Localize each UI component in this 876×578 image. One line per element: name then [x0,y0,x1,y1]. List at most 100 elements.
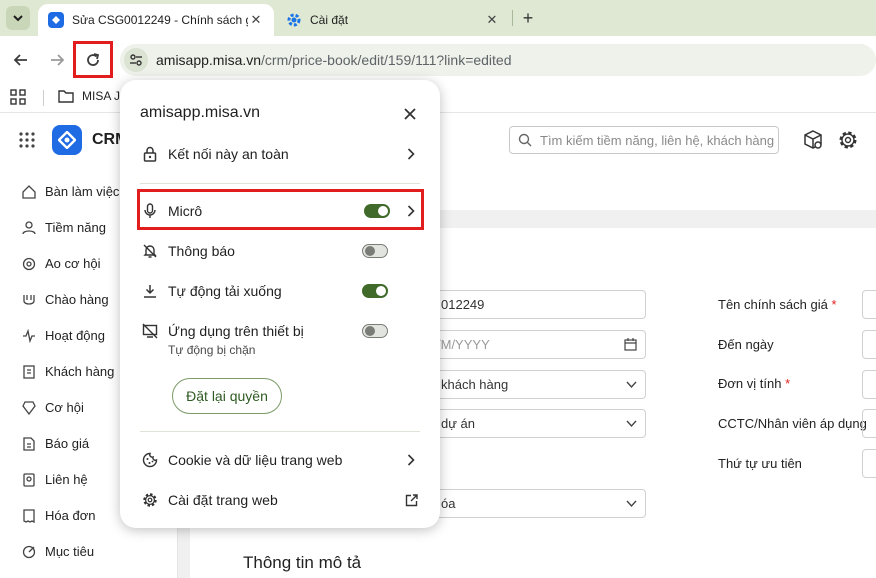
sidebar-item-contacts[interactable]: Liên hệ [22,472,88,487]
site-settings-label: Cài đặt trang web [168,492,278,508]
permission-label: Thông báo [168,243,235,259]
sidebar-item-label: Cơ hội [45,400,84,415]
app-launcher-icon[interactable] [18,131,36,149]
calendar-icon[interactable] [624,338,637,351]
browser-toolbar: amisapp.misa.vn/crm/price-book/edit/159/… [0,36,876,84]
sidebar-item-label: Khách hàng [45,364,115,379]
customer-select[interactable]: khách hàng [420,370,646,399]
sidebar-item-invoices[interactable]: Hóa đơn [22,508,95,523]
url-text: amisapp.misa.vn/crm/price-book/edit/159/… [156,52,512,68]
unit-field[interactable] [862,370,876,399]
tab-edit-price-book[interactable]: Sửa CSG0012249 - Chính sách giá ✕ [38,4,274,36]
download-icon [144,285,156,298]
permission-label: Ứng dụng trên thiết bị [168,323,304,339]
tab-divider [512,10,513,26]
label-text: Tên chính sách giá [718,297,828,312]
sidebar-item-customers[interactable]: Khách hàng [22,364,114,379]
quote-icon [23,436,35,451]
sidebar-item-label: Chào hàng [45,292,109,307]
tab-title: Cài đặt [310,13,349,27]
sidebar-item-opportunities[interactable]: Cơ hội [22,400,84,415]
connection-secure-row[interactable]: Kết nối này an toàn [140,144,420,164]
crm-logo-icon [52,125,82,155]
sidebar-item-pond[interactable]: Ao cơ hội [22,256,101,271]
device-apps-sublabel: Tự động bị chặn [168,343,256,357]
search-placeholder: Tìm kiếm tiềm năng, liên hệ, khách hàng [540,132,775,148]
cookies-row[interactable]: Cookie và dữ liệu trang web [140,450,420,470]
priority-field[interactable] [862,449,876,478]
tab-strip: Sửa CSG0012249 - Chính sách giá ✕ Cài đặ… [0,0,876,36]
misa-crm-icon [48,12,64,28]
sidebar-item-quotes[interactable]: Báo giá [22,436,89,451]
popup-divider [140,431,420,432]
chevron-down-icon [626,500,637,508]
sidebar-item-targets[interactable]: Mục tiêu [22,544,94,559]
status-select[interactable]: óa [420,489,646,518]
chevron-down-icon [626,420,637,428]
sidebar-item-label: Bàn làm việc [45,184,120,199]
org-unit-field[interactable] [862,409,876,438]
close-icon[interactable]: ✕ [484,12,500,28]
gear-icon[interactable] [837,129,859,151]
forward-button[interactable] [45,48,69,72]
back-button[interactable] [9,48,33,72]
customer-icon [23,364,35,379]
permission-label: Tự động tải xuống [168,283,282,299]
gear-icon [143,493,157,507]
from-date-field[interactable]: /M/YYYY [420,330,646,359]
lock-icon [143,146,157,162]
connection-label: Kết nối này an toàn [168,146,289,162]
popup-close-button[interactable] [400,104,420,124]
to-date-field[interactable] [862,330,876,359]
search-icon [518,133,532,147]
close-icon[interactable]: ✕ [248,12,264,28]
device-apps-toggle[interactable] [362,324,388,338]
microphone-highlight-box [137,189,424,230]
apps-grid-icon[interactable] [10,89,26,105]
tab-settings[interactable]: Cài đặt ✕ [276,4,510,36]
price-book-name-field[interactable] [862,290,876,319]
tab-title: Sửa CSG0012249 - Chính sách giá [72,13,248,27]
url-host: amisapp.misa.vn [156,52,262,68]
permission-device-apps-row[interactable]: Ứng dụng trên thiết bị [140,321,420,341]
downloads-toggle[interactable] [362,284,388,298]
home-icon [22,184,36,199]
sidebar-item-label: Tiềm năng [45,220,106,235]
site-settings-row[interactable]: Cài đặt trang web [140,490,420,510]
chevron-right-icon [407,454,415,466]
cube-search-icon[interactable] [802,129,824,151]
sidebar-item-home[interactable]: Bàn làm việc [22,184,119,199]
chevron-right-icon [407,148,415,160]
app-search-input[interactable]: Tìm kiếm tiềm năng, liên hệ, khách hàng [509,126,779,154]
sidebar-item-activities[interactable]: Hoạt động [22,328,105,343]
activity-icon [23,328,35,343]
site-info-button[interactable] [124,48,148,72]
code-field[interactable]: 012249 [420,290,646,319]
permission-downloads-row[interactable]: Tự động tải xuống [140,281,420,301]
sidebar-item-offers[interactable]: Chào hàng [22,292,109,307]
priority-label: Thứ tự ưu tiên [718,456,802,471]
open-external-icon [405,493,418,506]
new-tab-button[interactable]: + [518,8,538,28]
project-select[interactable]: dự án [420,409,646,438]
chevron-down-icon [626,381,637,389]
close-icon [404,108,416,120]
sidebar-item-leads[interactable]: Tiềm năng [22,220,106,235]
to-date-label: Đến ngày [718,337,774,352]
bookmark-divider [43,90,44,106]
chevron-down-icon [13,15,23,22]
permission-notifications-row[interactable]: Thông báo [140,241,420,261]
handshake-icon [23,294,35,305]
user-icon [22,220,36,234]
arrow-left-icon [13,54,27,66]
folder-icon [58,90,74,103]
required-mark: * [831,297,837,312]
invoice-icon [23,508,35,523]
address-bar[interactable]: amisapp.misa.vn/crm/price-book/edit/159/… [120,44,876,76]
tab-search-button[interactable] [6,6,30,30]
org-unit-label: CCTC/Nhân viên áp dụng [718,416,867,431]
sidebar-item-label: Ao cơ hội [45,256,101,271]
sidebar-item-label: Liên hệ [45,472,88,487]
notifications-toggle[interactable] [362,244,388,258]
reset-permissions-button[interactable]: Đặt lại quyền [172,378,282,414]
